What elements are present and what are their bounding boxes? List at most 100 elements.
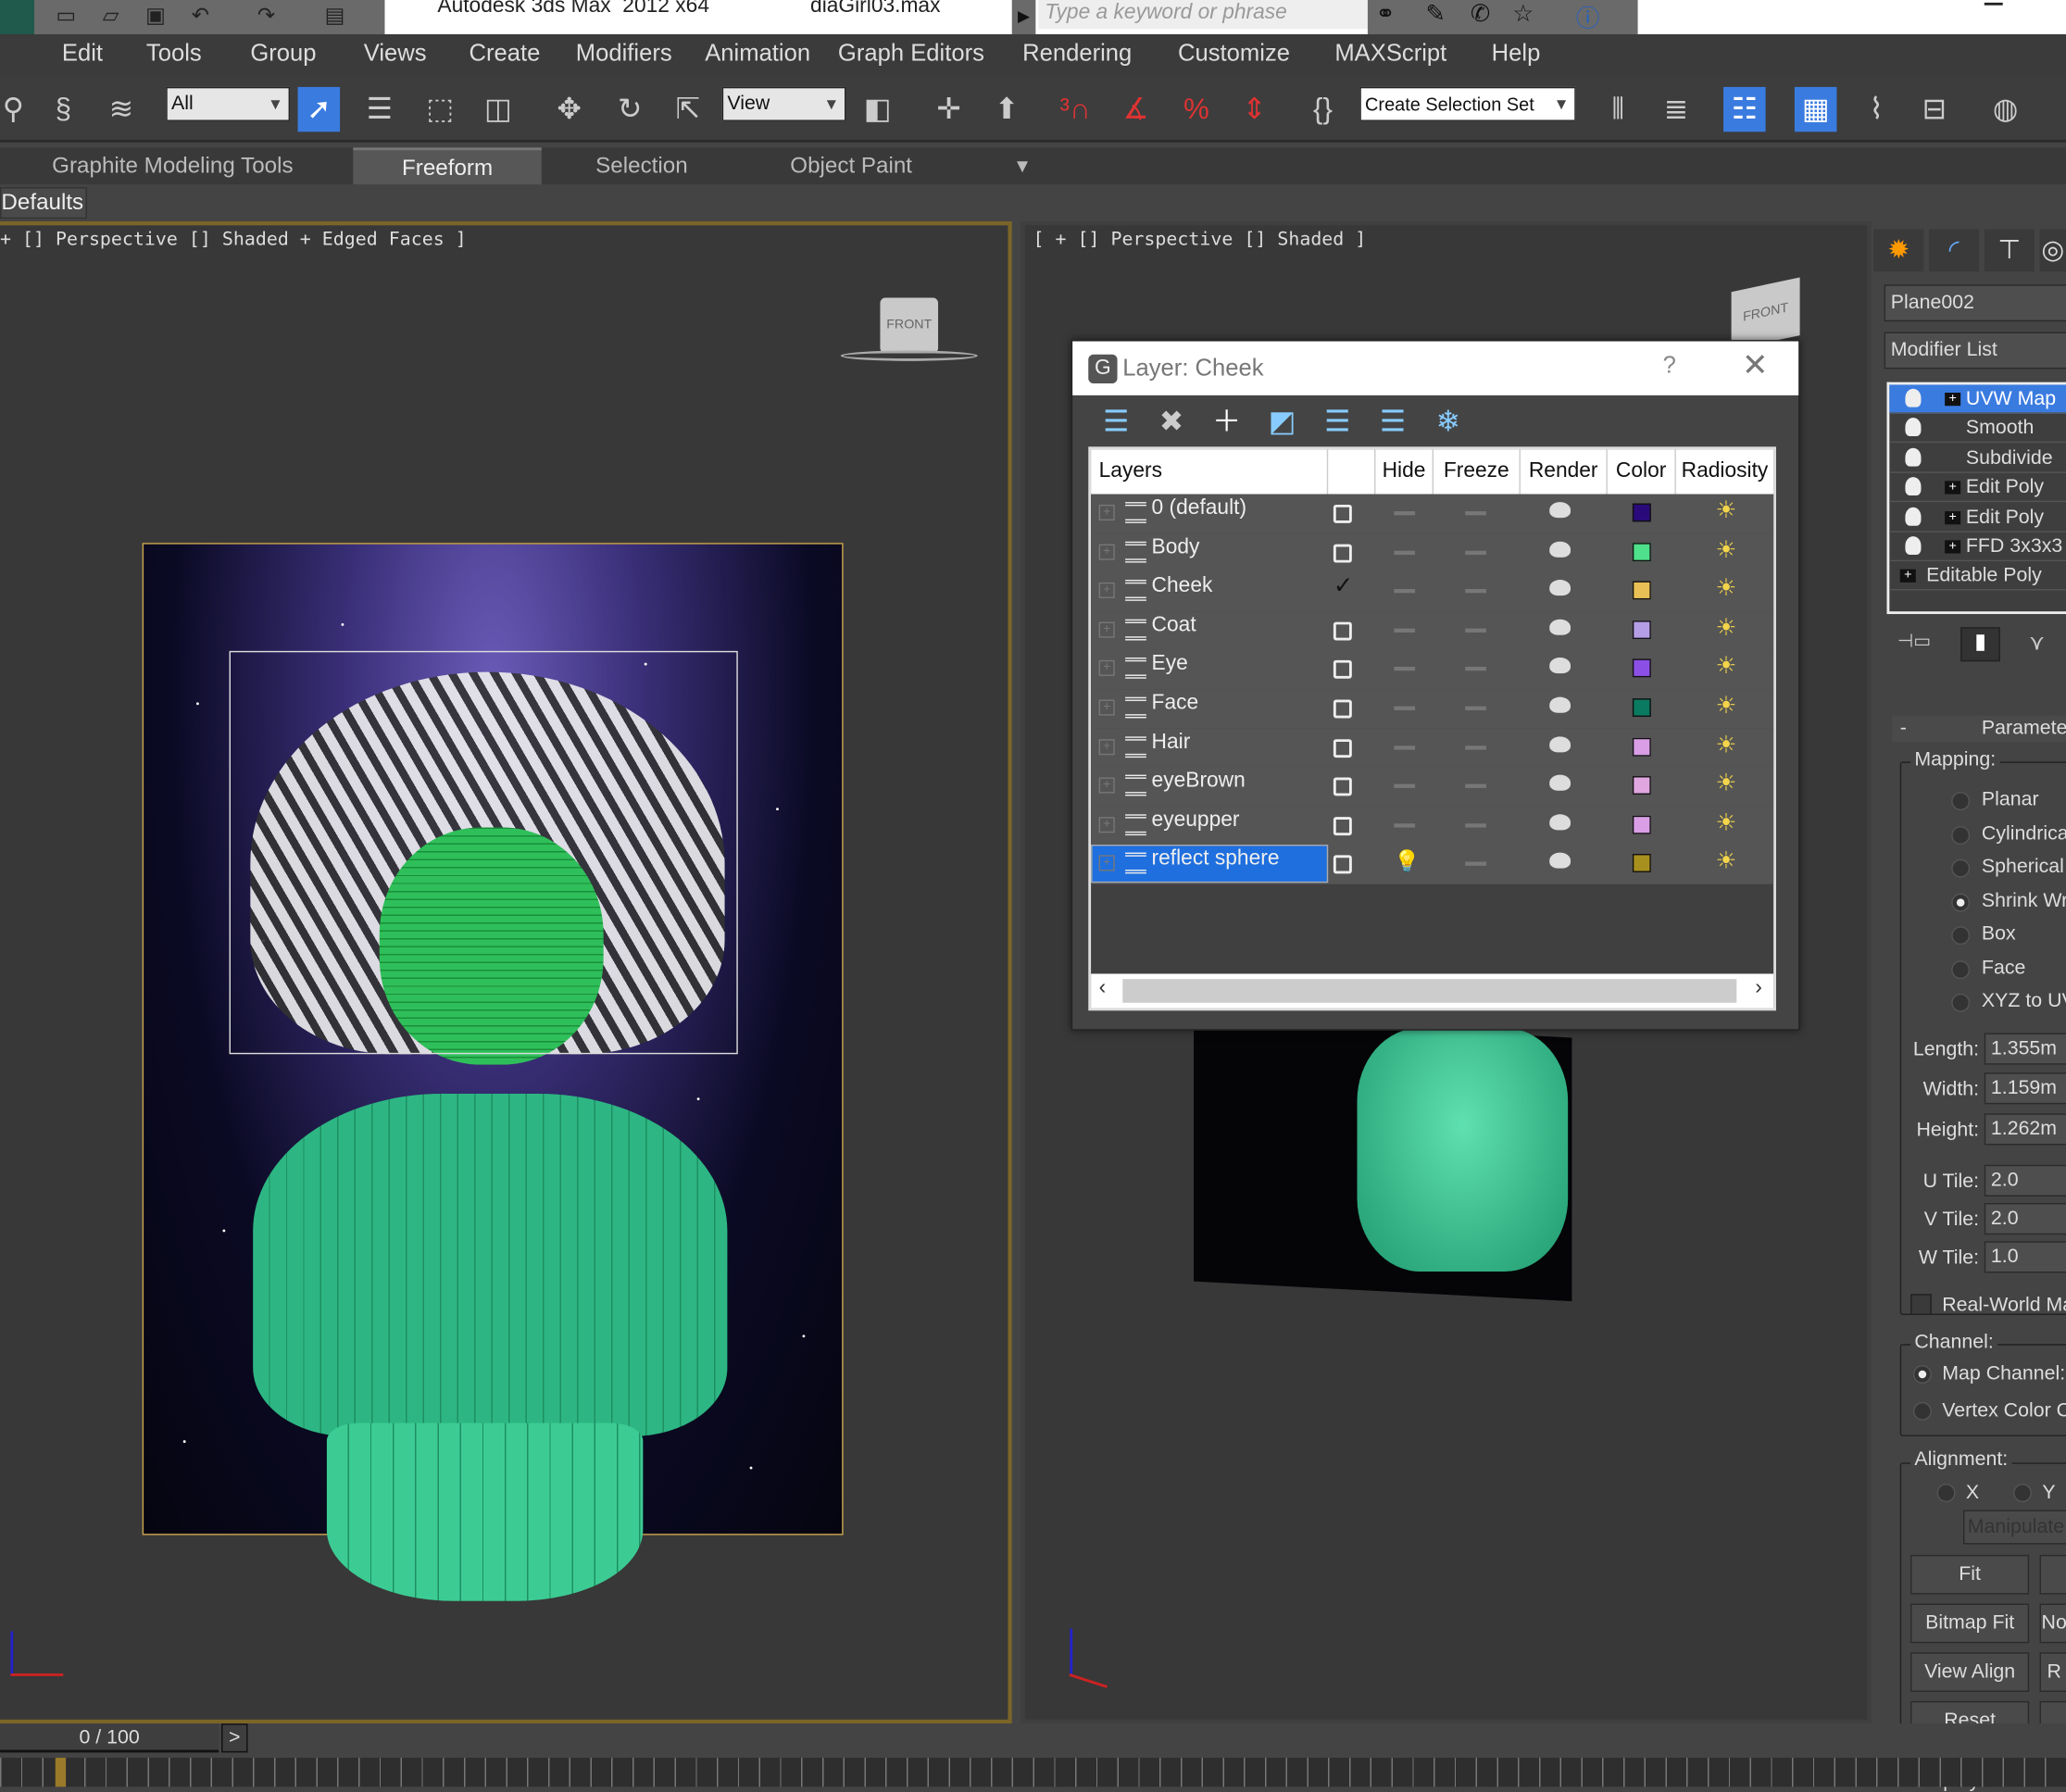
search-expand-icon[interactable]: ▶	[1011, 0, 1036, 34]
expand-icon[interactable]: +	[1098, 583, 1115, 599]
layer-color-swatch[interactable]	[1632, 776, 1651, 796]
create-tab-icon[interactable]: ✹	[1873, 229, 1924, 272]
ribbon-options-icon[interactable]: ▾	[996, 147, 1049, 184]
render-teapot-icon[interactable]	[1549, 735, 1571, 752]
horizontal-scrollbar[interactable]: ‹ ›	[1091, 973, 1774, 1009]
expand-icon[interactable]: +	[1098, 855, 1115, 872]
percent-snap-icon[interactable]: %	[1175, 87, 1218, 132]
expand-icon[interactable]: +	[1945, 540, 1961, 554]
expand-icon[interactable]: +	[1899, 570, 1916, 583]
mapping-radio-planar[interactable]	[1951, 792, 1971, 811]
modifier-on-bulb-icon[interactable]	[1905, 447, 1922, 467]
layer-row[interactable]: + Hair ☀	[1091, 728, 1774, 768]
expand-icon[interactable]: +	[1945, 481, 1961, 495]
radiosity-icon[interactable]: ☀	[1716, 536, 1737, 564]
unlink-icon[interactable]: §	[43, 87, 85, 132]
radiosity-icon[interactable]: ☀	[1716, 653, 1737, 681]
modifier-on-bulb-icon[interactable]	[1905, 536, 1922, 556]
communication-icon[interactable]: ✆	[1471, 0, 1490, 28]
layer-color-swatch[interactable]	[1632, 542, 1651, 561]
modifier-on-bulb-icon[interactable]	[1905, 507, 1922, 526]
layer-row[interactable]: + Coat ☀	[1091, 610, 1774, 651]
modifier-stack-item[interactable]: + UVW Map	[1889, 384, 2066, 414]
layer-row[interactable]: + Face ☀	[1091, 689, 1774, 729]
radiosity-icon[interactable]: ☀	[1716, 614, 1737, 642]
create-layer-icon[interactable]: ☰	[1096, 402, 1136, 442]
spinner-utile[interactable]: 2.0	[1984, 1164, 2066, 1197]
modifier-stack-item[interactable]: + FFD 3x3x3	[1889, 533, 2066, 562]
angle-snap-icon[interactable]: ∡	[1115, 87, 1158, 132]
expand-icon[interactable]: +	[1098, 699, 1115, 716]
scrollbar-thumb[interactable]	[1122, 979, 1737, 1003]
button-view-align[interactable]: View Align	[1910, 1652, 2030, 1692]
mirror-icon[interactable]: ⫴	[1596, 87, 1639, 132]
select-layer-icon[interactable]: ☰	[1318, 402, 1358, 442]
menu-help[interactable]: Help	[1492, 40, 1541, 68]
layer-color-swatch[interactable]	[1632, 658, 1651, 678]
render-teapot-icon[interactable]	[1549, 696, 1571, 713]
column-hide[interactable]: Hide	[1375, 449, 1434, 495]
layer-name[interactable]: Coat	[1152, 614, 1196, 638]
binoculars-icon[interactable]: ⚭	[1375, 0, 1395, 28]
current-layer-checkbox[interactable]	[1333, 816, 1352, 835]
expand-icon[interactable]: +	[1945, 392, 1961, 407]
hide-toggle[interactable]	[1394, 783, 1416, 789]
column-radiosity[interactable]: Radiosity	[1676, 449, 1773, 494]
hide-toggle[interactable]	[1394, 550, 1416, 555]
project-folder-icon[interactable]: ▤	[321, 3, 347, 29]
modifier-on-bulb-icon[interactable]	[1905, 418, 1922, 437]
render-teapot-icon[interactable]	[1549, 580, 1571, 596]
spinner-wtile[interactable]: 1.0	[1984, 1241, 2066, 1273]
hide-toggle[interactable]	[1394, 589, 1416, 594]
menu-maxscript[interactable]: MAXScript	[1334, 40, 1446, 68]
radiosity-icon[interactable]: ☀	[1716, 770, 1737, 797]
map-channel-radio[interactable]	[1912, 1365, 1932, 1384]
next-frame-button[interactable]: >	[221, 1723, 248, 1753]
menu-views[interactable]: Views	[364, 40, 427, 68]
render-teapot-icon[interactable]	[1549, 541, 1571, 558]
freeze-all-layers-icon[interactable]: ❄	[1428, 402, 1468, 442]
tab-freeform[interactable]: Freeform	[353, 147, 542, 185]
expand-icon[interactable]: +	[1098, 504, 1115, 521]
radiosity-icon[interactable]: ☀	[1716, 575, 1737, 603]
menu-create[interactable]: Create	[470, 40, 541, 68]
parameters-rollout-header[interactable]: - Parameters	[1892, 715, 2066, 743]
menu-edit[interactable]: Edit	[62, 40, 103, 68]
make-unique-icon[interactable]: ⋎	[2029, 630, 2045, 656]
current-layer-checkbox[interactable]	[1333, 621, 1352, 641]
viewcube-ring[interactable]	[840, 350, 978, 361]
freeze-toggle[interactable]	[1465, 862, 1486, 867]
layer-color-swatch[interactable]	[1632, 581, 1651, 600]
menu-customize[interactable]: Customize	[1178, 40, 1290, 68]
expand-icon[interactable]: +	[1098, 621, 1115, 638]
layer-name[interactable]: eyeupper	[1152, 808, 1240, 833]
render-teapot-icon[interactable]	[1549, 619, 1571, 635]
button-right-0[interactable]	[2039, 1554, 2066, 1595]
new-file-icon[interactable]: ▭	[53, 3, 79, 29]
current-layer-checkbox[interactable]	[1333, 504, 1352, 523]
layer-row[interactable]: + reflect sphere 💡 ☀	[1091, 845, 1774, 884]
pivot-center-icon[interactable]: ◧	[857, 87, 899, 132]
window-crossing-icon[interactable]: ◫	[477, 87, 520, 132]
expand-icon[interactable]: +	[1945, 510, 1961, 524]
render-teapot-icon[interactable]	[1549, 814, 1571, 831]
tab-object-paint[interactable]: Object Paint	[751, 147, 951, 184]
button-bitmap-fit[interactable]: Bitmap Fit	[1910, 1603, 2030, 1644]
layer-row[interactable]: +0 (default) ☀	[1091, 494, 1774, 533]
radiosity-icon[interactable]: ☀	[1716, 847, 1737, 875]
freeze-toggle[interactable]	[1465, 745, 1486, 750]
viewport-label-right[interactable]: [ + [] Perspective [] Shaded ]	[1033, 230, 1366, 251]
layer-color-swatch[interactable]	[1632, 698, 1651, 718]
layer-color-swatch[interactable]	[1632, 854, 1651, 873]
graphite-toggle-icon[interactable]: ▦	[1794, 86, 1837, 132]
move-icon[interactable]: ✥	[548, 87, 591, 132]
modifier-stack-item[interactable]: Smooth	[1889, 414, 2066, 444]
redo-icon[interactable]: ↷	[253, 3, 279, 29]
track-bar[interactable]	[0, 1758, 2066, 1787]
spinner-length[interactable]: 1.355m	[1984, 1033, 2066, 1065]
current-layer-checkbox[interactable]	[1333, 777, 1352, 796]
mapping-radio-face[interactable]	[1951, 959, 1971, 979]
selection-filter-dropdown[interactable]: All ▼	[166, 86, 291, 121]
modifier-on-bulb-icon[interactable]	[1905, 477, 1922, 496]
current-layer-checkbox[interactable]	[1333, 544, 1352, 562]
